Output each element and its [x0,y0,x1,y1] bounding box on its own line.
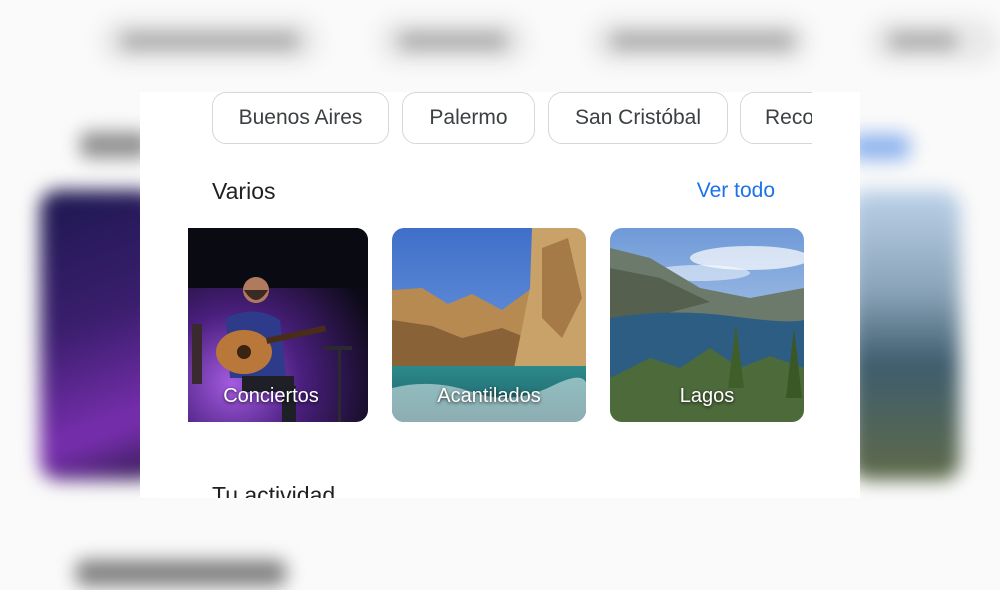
explore-sheet: Buenos Aires Palermo San Cristóbal Recol… [140,92,860,498]
card-label: Acantilados [437,385,541,407]
card-label: Conciertos [223,385,319,407]
card-lagos[interactable]: Lagos [610,228,804,422]
chip-label: Buenos Aires [238,106,363,129]
category-cards: Conciertos Acantilados Lagos [188,228,818,422]
card-conciertos[interactable]: Conciertos [188,228,368,422]
screen: Buenos Aires Palermo San Cristóbal Recol… [0,0,1000,590]
chip-label: Recoleta [765,106,812,129]
chip-recoleta[interactable]: Recoleta [740,92,812,144]
neighborhood-chip-row: Buenos Aires Palermo San Cristóbal Recol… [212,92,812,148]
chip-label: Palermo [429,106,508,129]
chip-palermo[interactable]: Palermo [402,92,535,144]
section-title-activity: Tu actividad [212,482,336,498]
chip-san-cristobal[interactable]: San Cristóbal [548,92,728,144]
chip-label: San Cristóbal [574,106,702,129]
card-acantilados[interactable]: Acantilados [392,228,586,422]
chip-buenos-aires[interactable]: Buenos Aires [212,92,389,144]
card-label: Lagos [679,385,735,407]
see-all-link[interactable]: Ver todo [697,179,775,203]
section-title-varios: Varios [212,178,276,204]
